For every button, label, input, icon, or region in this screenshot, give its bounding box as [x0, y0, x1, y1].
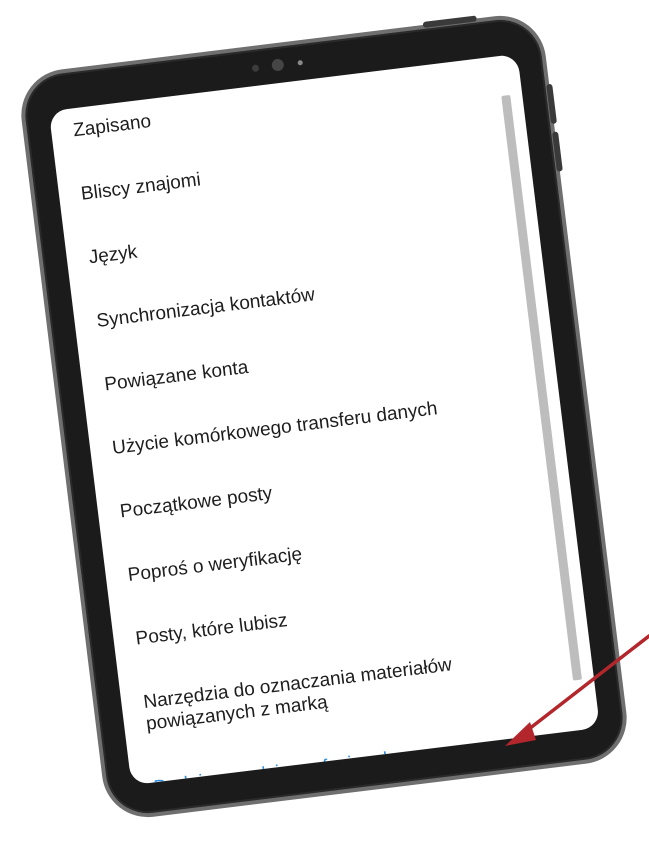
power-button	[422, 15, 477, 28]
settings-screen: Zapisano Bliscy znajomi Język Synchroniz…	[48, 53, 600, 786]
camera-lens-icon	[271, 58, 285, 72]
tablet-device: Zapisano Bliscy znajomi Język Synchroniz…	[16, 10, 632, 823]
front-camera	[245, 54, 316, 74]
volume-down-button	[552, 131, 563, 172]
stage: Zapisano Bliscy znajomi Język Synchroniz…	[0, 0, 649, 844]
sensor-icon	[251, 64, 260, 73]
menu-item-label: Zapisano	[72, 110, 153, 142]
menu-item-label: Język	[87, 241, 139, 269]
light-sensor-icon	[297, 59, 303, 66]
volume-up-button	[546, 83, 558, 125]
settings-menu: Zapisano Bliscy znajomi Język Synchroniz…	[72, 70, 571, 785]
